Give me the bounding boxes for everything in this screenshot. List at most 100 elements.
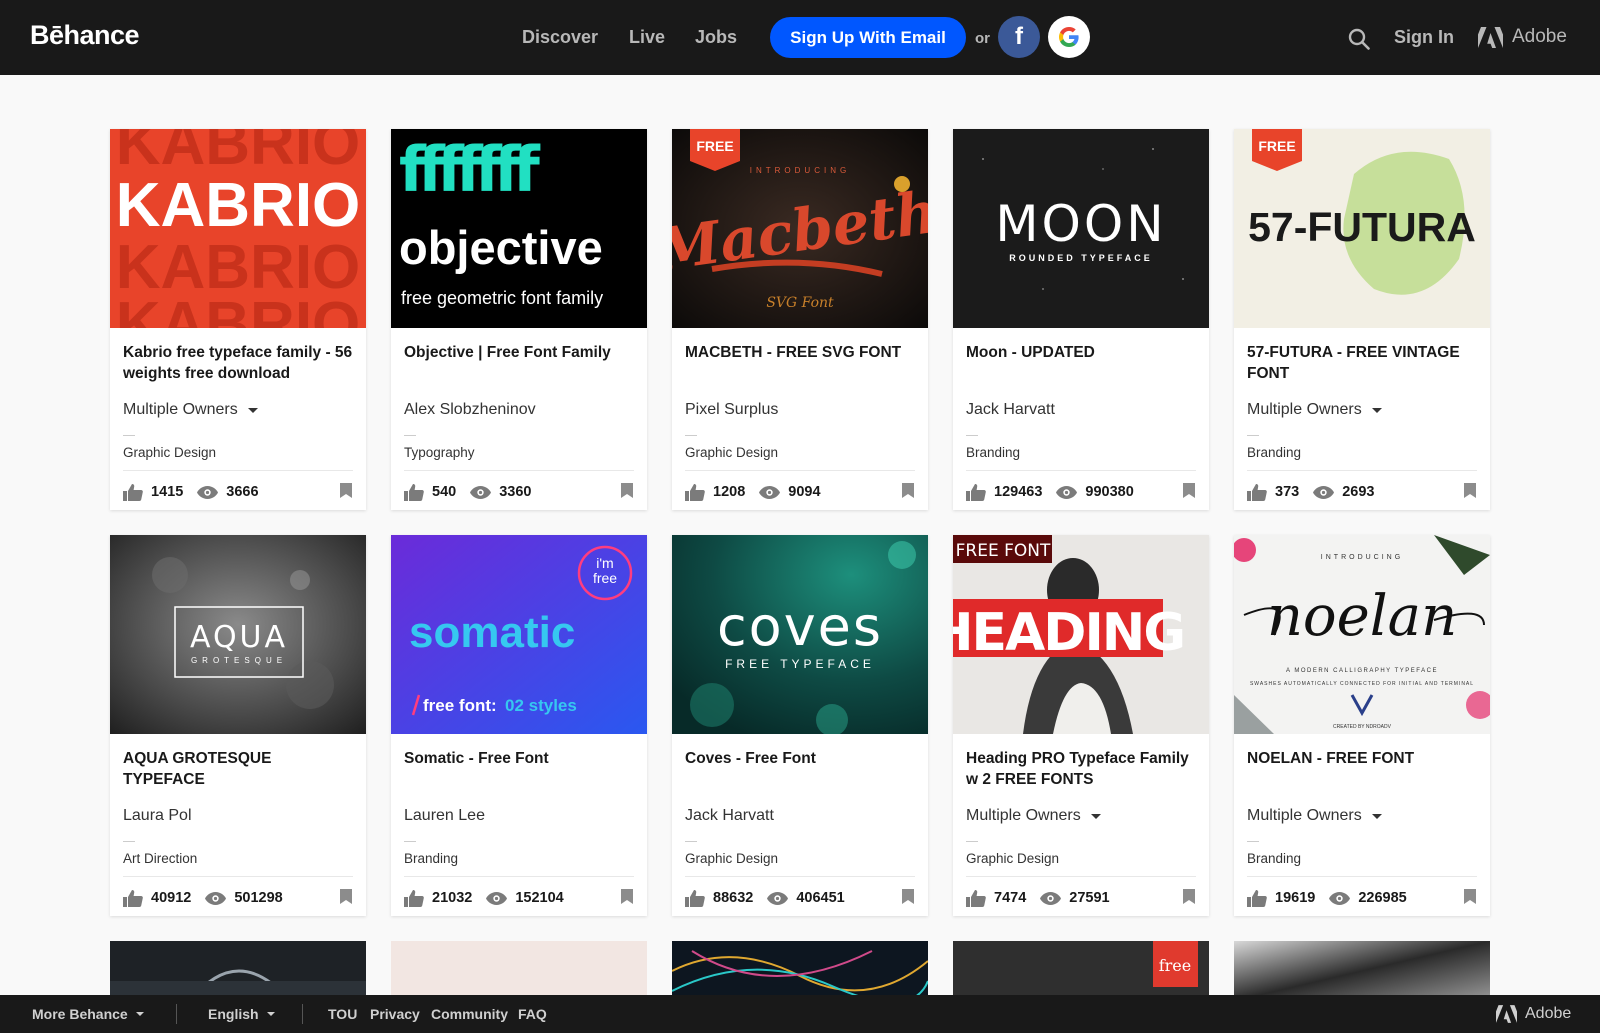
- project-thumbnail-partial[interactable]: free: [953, 941, 1209, 1001]
- project-field[interactable]: Branding: [966, 445, 1020, 460]
- appreciation-count: 1415: [151, 484, 184, 500]
- appreciate-icon: [123, 890, 143, 907]
- project-thumbnail[interactable]: MOON ROUNDED TYPEFACE: [953, 129, 1209, 328]
- project-title[interactable]: Moon - UPDATED: [966, 342, 1198, 363]
- top-navigation-bar: Bēhance Discover Live Jobs Sign Up With …: [0, 0, 1600, 75]
- project-title[interactable]: MACBETH - FREE SVG FONT: [685, 342, 917, 363]
- project-field[interactable]: Graphic Design: [685, 851, 778, 866]
- bookmark-icon[interactable]: [1464, 483, 1476, 498]
- project-card: AQUA GROTESQUE AQUA GROTESQUE TYPEFACE L…: [110, 535, 366, 916]
- project-thumbnail-partial[interactable]: [1234, 941, 1490, 1001]
- project-thumbnail[interactable]: HEADING FREE FONT: [953, 535, 1209, 734]
- divider: [176, 1004, 177, 1024]
- more-behance-menu[interactable]: More Behance: [32, 1006, 144, 1022]
- svg-text:fffffff: fffffff: [399, 133, 541, 206]
- project-thumbnail-partial[interactable]: [110, 941, 366, 1001]
- bookmark-icon[interactable]: [621, 483, 633, 498]
- project-thumbnail[interactable]: coves FREE TYPEFACE: [672, 535, 928, 734]
- bookmark-icon[interactable]: [902, 889, 914, 904]
- project-thumbnail-partial[interactable]: [391, 941, 647, 1001]
- project-field[interactable]: Typography: [404, 445, 475, 460]
- adobe-link[interactable]: Adobe: [1478, 26, 1567, 48]
- sign-in-link[interactable]: Sign In: [1394, 27, 1454, 48]
- project-owner[interactable]: Multiple Owners: [1247, 401, 1382, 419]
- view-count: 9094: [788, 484, 821, 500]
- project-card: MOON ROUNDED TYPEFACE Moon - UPDATED Jac…: [953, 129, 1209, 510]
- appreciation-count: 373: [1275, 484, 1300, 500]
- project-owner[interactable]: Laura Pol: [123, 807, 192, 825]
- project-title[interactable]: NOELAN - FREE FONT: [1247, 748, 1479, 769]
- bookmark-icon[interactable]: [340, 889, 352, 904]
- google-signup-button[interactable]: [1048, 16, 1090, 58]
- caret-down-icon: [1090, 813, 1101, 819]
- bookmark-icon[interactable]: [1464, 889, 1476, 904]
- footer-adobe-link[interactable]: Adobe: [1496, 1005, 1571, 1023]
- project-title[interactable]: Heading PRO Typeface Family w 2 FREE FON…: [966, 748, 1198, 790]
- project-owner[interactable]: Multiple Owners: [123, 401, 258, 419]
- footer-link-tou[interactable]: TOU: [328, 1006, 357, 1022]
- footer-link-faq[interactable]: FAQ: [518, 1006, 547, 1022]
- svg-text:AQUA: AQUA: [190, 620, 288, 655]
- language-selector[interactable]: English: [208, 1006, 275, 1022]
- project-thumbnail[interactable]: KABRIO KABRIO KABRIO KABRIO: [110, 129, 366, 328]
- bookmark-icon[interactable]: [1183, 483, 1195, 498]
- project-stats: 7474 27591: [966, 889, 1124, 907]
- footer-link-community[interactable]: Community: [431, 1006, 508, 1022]
- appreciation-count: 7474: [994, 890, 1027, 906]
- project-owner[interactable]: Jack Harvatt: [685, 807, 774, 825]
- project-title[interactable]: Objective | Free Font Family: [404, 342, 636, 363]
- project-field[interactable]: Branding: [1247, 851, 1301, 866]
- owner-name: Jack Harvatt: [966, 401, 1055, 418]
- appreciate-icon: [966, 484, 986, 501]
- nav-discover[interactable]: Discover: [522, 27, 598, 48]
- project-owner[interactable]: Multiple Owners: [1247, 807, 1382, 825]
- project-owner[interactable]: Pixel Surplus: [685, 401, 778, 419]
- project-thumbnail[interactable]: fffffff objective free geometric font fa…: [391, 129, 647, 328]
- view-count: 501298: [234, 890, 283, 906]
- project-thumbnail[interactable]: AQUA GROTESQUE: [110, 535, 366, 734]
- project-owner[interactable]: Multiple Owners: [966, 807, 1101, 825]
- footer-link-privacy[interactable]: Privacy: [370, 1006, 420, 1022]
- owner-name: Multiple Owners: [1247, 807, 1362, 824]
- project-title[interactable]: Coves - Free Font: [685, 748, 917, 769]
- project-thumbnail[interactable]: 57-FUTURA FREE: [1234, 129, 1490, 328]
- view-count: 990380: [1085, 484, 1134, 500]
- project-owner[interactable]: Alex Slobzheninov: [404, 401, 536, 419]
- sign-up-email-button[interactable]: Sign Up With Email: [770, 17, 966, 58]
- bookmark-icon[interactable]: [902, 483, 914, 498]
- views-icon: [759, 485, 781, 499]
- project-field[interactable]: Graphic Design: [123, 445, 216, 460]
- svg-text:CREATED BY NDROADV: CREATED BY NDROADV: [1333, 724, 1392, 730]
- project-field[interactable]: Graphic Design: [966, 851, 1059, 866]
- nav-live[interactable]: Live: [629, 27, 665, 48]
- appreciation-count: 88632: [713, 890, 754, 906]
- facebook-signup-button[interactable]: f: [998, 16, 1040, 58]
- project-card: coves FREE TYPEFACE Coves - Free Font Ja…: [672, 535, 928, 916]
- project-title[interactable]: 57-FUTURA - FREE VINTAGE FONT: [1247, 342, 1479, 384]
- project-title[interactable]: AQUA GROTESQUE TYPEFACE: [123, 748, 355, 790]
- project-stats: 21032 152104: [404, 889, 578, 907]
- project-thumbnail[interactable]: INTRODUCING Macbeth SVG Font FREE: [672, 129, 928, 328]
- project-field[interactable]: Branding: [404, 851, 458, 866]
- bookmark-icon[interactable]: [621, 889, 633, 904]
- project-owner[interactable]: Jack Harvatt: [966, 401, 1055, 419]
- project-stats: 1415 3666: [123, 483, 273, 501]
- project-owner[interactable]: Lauren Lee: [404, 807, 485, 825]
- project-thumbnail[interactable]: i'm free somatic free font: 02 styles: [391, 535, 647, 734]
- project-stats: 540 3360: [404, 483, 545, 501]
- divider: [966, 470, 1196, 471]
- project-field[interactable]: Branding: [1247, 445, 1301, 460]
- project-field[interactable]: Graphic Design: [685, 445, 778, 460]
- appreciate-icon: [123, 484, 143, 501]
- appreciation-count: 40912: [151, 890, 192, 906]
- project-thumbnail-partial[interactable]: [672, 941, 928, 1001]
- behance-logo[interactable]: Bēhance: [30, 20, 140, 51]
- project-title[interactable]: Kabrio free typeface family - 56 weights…: [123, 342, 355, 384]
- nav-jobs[interactable]: Jobs: [695, 27, 737, 48]
- project-thumbnail[interactable]: INTRODUCING noelan A MODERN CALLIGRAPHY …: [1234, 535, 1490, 734]
- project-title[interactable]: Somatic - Free Font: [404, 748, 636, 769]
- bookmark-icon[interactable]: [1183, 889, 1195, 904]
- project-field[interactable]: Art Direction: [123, 851, 197, 866]
- bookmark-icon[interactable]: [340, 483, 352, 498]
- search-icon[interactable]: [1348, 28, 1370, 50]
